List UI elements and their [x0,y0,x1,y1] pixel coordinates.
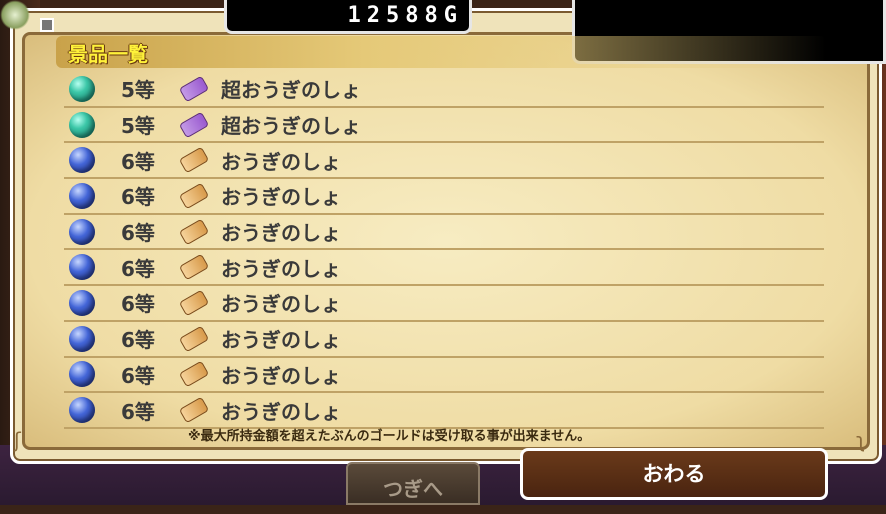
prize-row: 6等 おうぎのしょ [64,179,824,215]
blue-orb-icon [69,325,95,352]
blue-orb-icon [69,397,95,424]
prize-row: 6等 おうぎのしょ [64,250,824,287]
prize-row: 6等 おうぎのしょ [64,358,824,394]
next-button[interactable]: つぎへ [346,462,480,505]
prize-rank: 6等 [121,256,155,281]
corner-ornament-icon: ʅ [856,428,866,452]
blue-orb-icon [69,218,95,245]
blue-orb-icon [69,289,95,316]
prize-rank: 5等 [121,78,155,103]
purple-scroll-icon [178,75,210,103]
prize-rank: 6等 [121,185,155,210]
prize-rank: 5等 [121,114,155,139]
prize-rank: 6等 [121,292,155,317]
prize-rank: 6等 [121,328,155,353]
prize-name: おうぎのしょ [221,185,341,210]
prize-name: おうぎのしょ [221,256,341,281]
blue-orb-icon [69,147,95,174]
prize-rank: 6等 [121,399,155,424]
prize-row: 5等 超おうぎのしょ [64,108,824,144]
orange-scroll-icon [178,182,210,210]
blue-orb-icon [69,182,95,209]
prize-name: おうぎのしょ [221,328,341,353]
orange-scroll-icon [178,289,210,317]
blue-orb-icon [69,361,95,388]
prize-name: おうぎのしょ [221,149,341,174]
prize-name: おうぎのしょ [221,399,341,424]
prize-list: 5等 超おうぎのしょ 5等 超おうぎのしょ 6等 おうぎのしょ 6等 おうぎのし… [64,72,824,429]
purple-scroll-icon [178,111,210,138]
prize-row: 5等 超おうぎのしょ [64,72,824,108]
prize-name: 超おうぎのしょ [221,78,361,103]
blue-orb-icon [69,254,95,281]
page-title: 景品一覧 [68,42,148,66]
prize-name: おうぎのしょ [221,221,341,246]
orange-scroll-icon [178,146,210,174]
teal-orb-icon [69,75,95,102]
teal-orb-icon [69,111,95,138]
prize-row: 6等 おうぎのしょ [64,215,824,251]
orange-scroll-icon [178,218,210,246]
end-button[interactable]: おわる [520,448,828,500]
orange-scroll-icon [178,253,210,281]
prize-rank: 6等 [121,221,155,246]
gold-limit-note: ※最大所持金額を超えたぶんのゴールドは受け取る事が出来ません。 [188,429,591,444]
corner-ornament-icon: ʃ [14,428,21,452]
prize-row: 6等 おうぎのしょ [64,393,824,429]
prize-row: 6等 おうぎのしょ [64,143,824,180]
title-band [56,36,826,68]
prize-name: おうぎのしょ [221,292,341,317]
prize-rank: 6等 [121,149,155,174]
orange-scroll-icon [178,360,210,388]
leaf-ornament-icon [0,0,30,30]
prize-name: おうぎのしょ [221,363,341,388]
prize-name: 超おうぎのしょ [221,114,361,139]
gold-display: 12588G [224,0,472,34]
orange-scroll-icon [178,325,210,353]
prize-row: 6等 おうぎのしょ [64,286,824,322]
prize-rank: 6等 [121,363,155,388]
minimize-icon[interactable] [40,18,54,32]
prize-row: 6等 おうぎのしょ [64,322,824,358]
orange-scroll-icon [178,396,210,424]
